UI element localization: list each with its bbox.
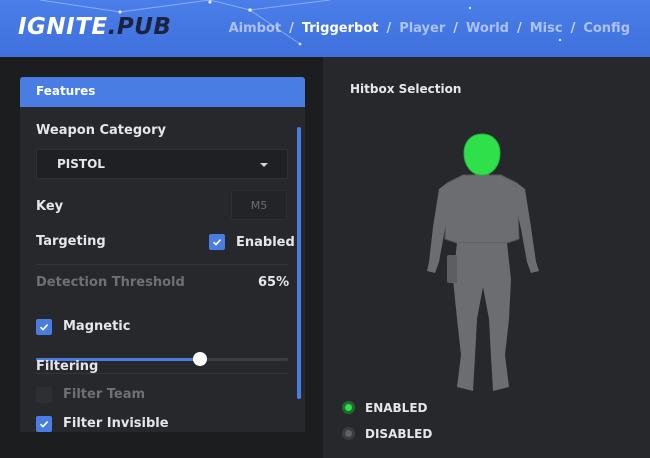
filter-invisible-label: Filter Invisible — [63, 416, 169, 431]
features-scrollbar[interactable] — [297, 127, 301, 399]
tab-world[interactable]: World — [466, 21, 509, 36]
hitbox-legs[interactable] — [453, 243, 511, 391]
detection-threshold-value: 65% — [258, 275, 290, 290]
enabled-legend-dot — [342, 401, 355, 414]
nav-separator: / — [570, 21, 576, 36]
magnetic-checkbox[interactable] — [36, 319, 52, 335]
holster — [447, 255, 457, 283]
section-divider — [36, 264, 288, 265]
check-icon — [212, 239, 222, 246]
tab-aimbot[interactable]: Aimbot — [229, 21, 282, 36]
key-bind-button[interactable]: M5 — [231, 190, 287, 220]
nav-separator: / — [516, 21, 522, 36]
hitbox-right-arm[interactable] — [516, 183, 539, 273]
weapon-category-dropdown[interactable]: PISTOL — [36, 149, 288, 179]
enabled-legend-label: ENABLED — [365, 401, 428, 415]
disabled-legend-dot — [342, 427, 355, 440]
targeting-enabled-checkbox[interactable] — [209, 234, 225, 250]
hitbox-torso[interactable] — [444, 174, 520, 244]
tab-config[interactable]: Config — [583, 21, 630, 36]
main-nav: Aimbot / Triggerbot / Player / World / M… — [229, 21, 630, 36]
check-icon — [39, 421, 49, 428]
filter-invisible-checkbox[interactable] — [36, 416, 52, 432]
chevron-down-icon — [260, 163, 268, 167]
features-panel: Weapon Category PISTOL Key M5 Targeting … — [20, 107, 305, 432]
weapon-category-value: PISTOL — [57, 157, 105, 171]
features-panel-header: Features — [20, 77, 305, 107]
magnetic-label: Magnetic — [63, 319, 131, 334]
tab-triggerbot[interactable]: Triggerbot — [302, 21, 379, 36]
weapon-category-label: Weapon Category — [36, 123, 166, 138]
targeting-enabled-label: Enabled — [236, 235, 295, 250]
filter-team-checkbox[interactable] — [36, 387, 52, 403]
nav-separator: / — [453, 21, 458, 36]
nav-separator: / — [386, 21, 392, 36]
hitbox-panel: Hitbox Selection ENABLED DISABLED — [323, 57, 650, 458]
nav-separator: / — [289, 21, 294, 36]
targeting-label: Targeting — [36, 234, 106, 249]
tab-player[interactable]: Player — [399, 21, 445, 36]
app-logo: IGNITE.PUB — [18, 14, 171, 40]
hitbox-head[interactable] — [463, 133, 501, 176]
features-area: Features Weapon Category PISTOL Key M5 T… — [0, 57, 323, 458]
hitbox-body-figure — [427, 133, 539, 391]
filter-team-label: Filter Team — [63, 387, 146, 402]
filtering-label: Filtering — [36, 359, 99, 374]
top-header: IGNITE.PUB Aimbot / Triggerbot / Player … — [0, 0, 650, 57]
check-icon — [39, 324, 49, 331]
logo-text-primary: IGNITE — [18, 14, 108, 40]
logo-text-secondary: .PUB — [107, 14, 172, 40]
detection-threshold-label: Detection Threshold — [36, 275, 185, 290]
slider-thumb[interactable] — [192, 352, 207, 366]
disabled-legend-label: DISABLED — [365, 427, 433, 441]
tab-misc[interactable]: Misc — [530, 21, 563, 36]
key-label: Key — [36, 199, 64, 214]
